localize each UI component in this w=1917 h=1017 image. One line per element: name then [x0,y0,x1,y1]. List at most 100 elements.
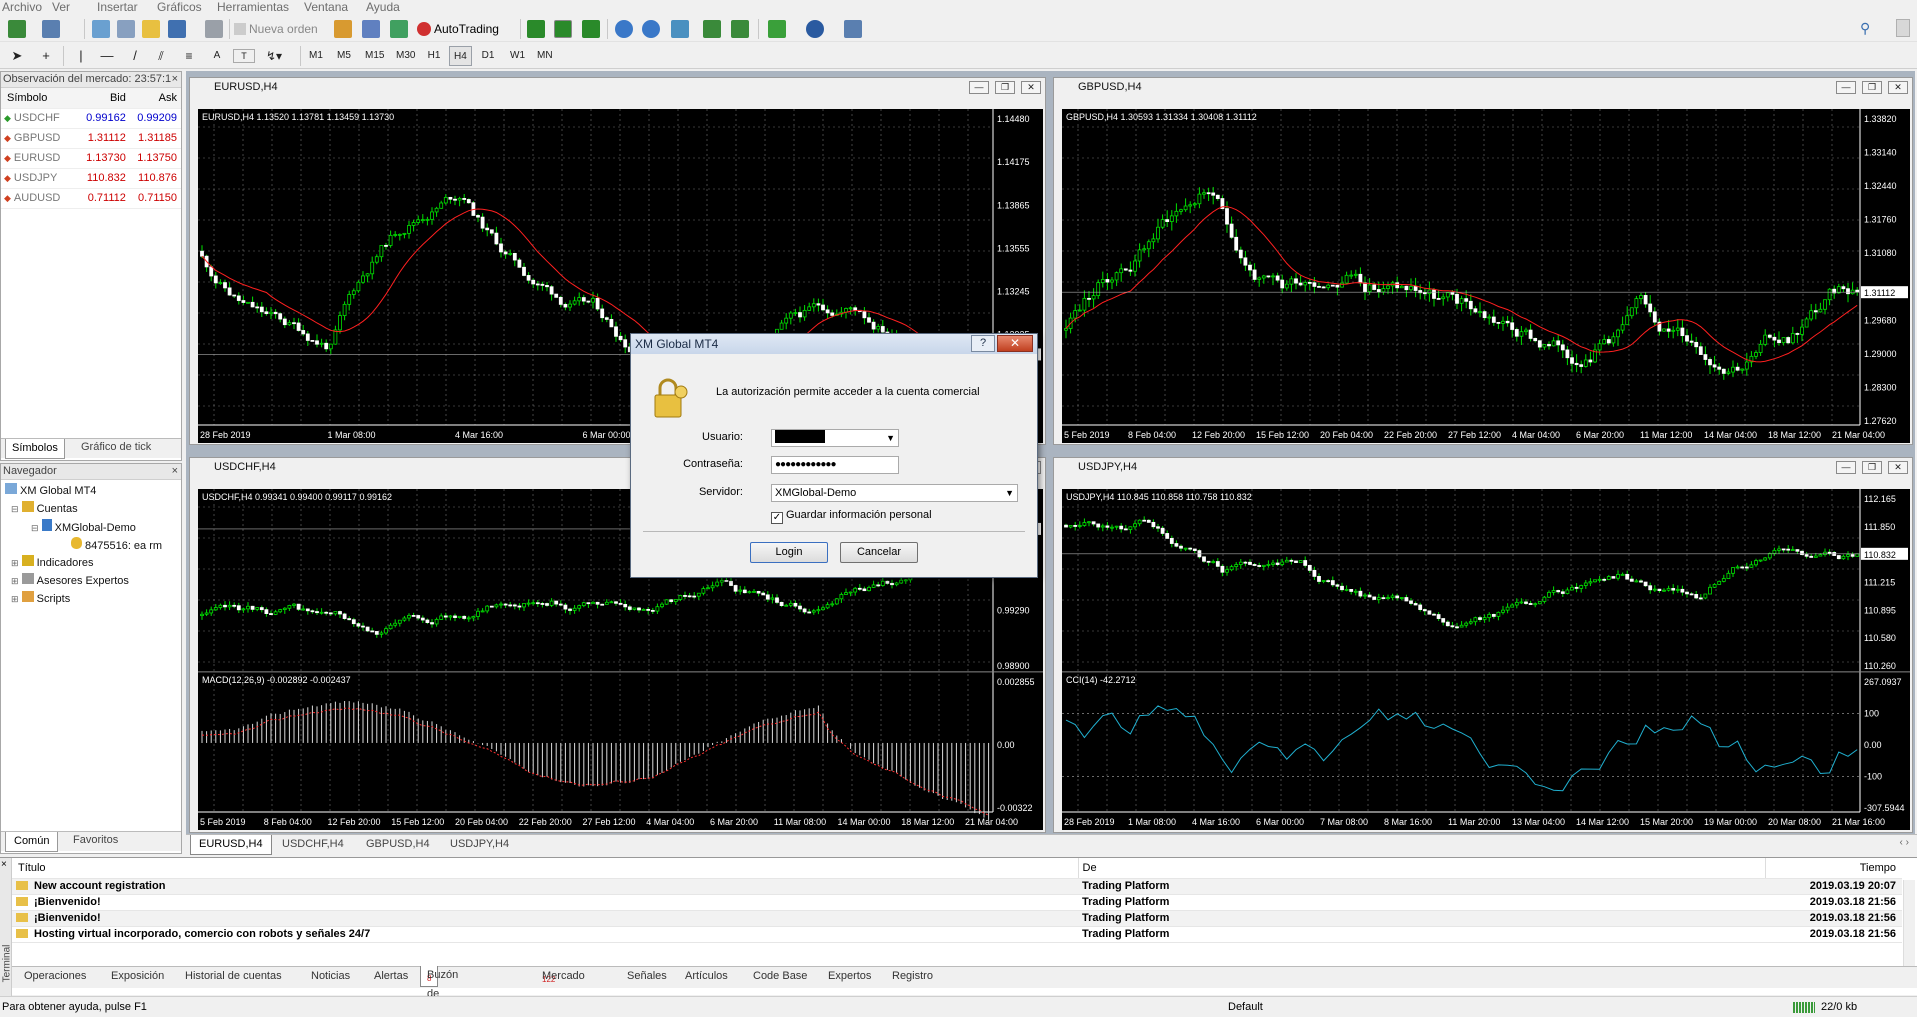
minimize-icon[interactable]: — [1836,461,1856,474]
tab-senales[interactable]: Señales [627,967,667,986]
help-icon[interactable]: ? [971,335,995,352]
col-header-ask[interactable]: Ask [125,88,181,109]
signals-icon[interactable] [390,20,408,38]
tab-tick-chart[interactable]: Gráfico de tick [81,441,151,453]
menu-archivo[interactable]: Archivo [2,0,42,14]
minimize-icon[interactable]: — [969,81,989,94]
candlestick-icon[interactable] [554,20,572,38]
autotrading-button[interactable]: AutoTrading [417,19,499,39]
tab-codebase[interactable]: Code Base [753,967,807,986]
market-row-gbpusd[interactable]: ◆ GBPUSD 1.31112 1.31185 [1,128,181,149]
tab-symbols[interactable]: Símbolos [5,439,65,459]
col-header-from[interactable]: De [1078,858,1766,879]
scroll-tabs-icon[interactable]: ‹ › [1900,837,1909,848]
mail-row[interactable]: ¡Bienvenido! Trading Platform 2019.03.18… [12,894,1902,911]
tab-usdjpy[interactable]: USDJPY,H4 [450,838,509,850]
tab-exposicion[interactable]: Exposición [111,967,164,986]
price-chart[interactable]: 110.832 112.165 111.850 111.215 110.895 110.5… [1062,489,1910,830]
tab-historial[interactable]: Historial de cuentas [185,967,282,986]
periods-icon[interactable] [806,20,824,38]
tab-mailbox[interactable]: Buzón de correo8 [420,966,458,1017]
tab-articulos[interactable]: Artículos [685,967,728,986]
timeframe-m1[interactable]: M1 [305,46,327,66]
community-icon[interactable] [362,20,380,38]
cursor-icon[interactable]: ➤ [6,46,28,66]
menu-insertar[interactable]: Insertar [97,0,138,14]
timeframe-m30[interactable]: M30 [392,46,419,66]
crosshair-icon[interactable]: + [35,46,57,66]
trendline-icon[interactable]: / [124,46,146,66]
autoscroll-icon[interactable] [703,20,721,38]
close-icon[interactable]: ✕ [1888,81,1908,94]
timeframe-d1[interactable]: D1 [477,46,499,66]
market-row-audusd[interactable]: ◆ AUDUSD 0.71112 0.71150 [1,188,181,209]
navigator-icon[interactable] [142,20,160,38]
market-row-usdchf[interactable]: ◆ USDCHF 0.99162 0.99209 [1,108,181,129]
zoom-out-icon[interactable] [642,20,660,38]
close-icon[interactable]: ✕ [1021,81,1041,94]
col-header-time[interactable]: Tiempo [1765,858,1902,879]
tab-favorites[interactable]: Favoritos [73,834,118,846]
col-header-bid[interactable]: Bid [75,88,126,109]
indicators-icon[interactable] [768,20,786,38]
market-watch-icon[interactable] [92,20,110,38]
restore-icon[interactable]: ❐ [1862,81,1882,94]
menu-herramientas[interactable]: Herramientas [217,0,289,14]
restore-icon[interactable]: ❐ [1862,461,1882,474]
tab-mercado[interactable]: Mercado 122 [542,967,585,986]
menu-graficos[interactable]: Gráficos [157,0,202,14]
timeframe-m15[interactable]: M15 [361,46,388,66]
mail-row[interactable]: ¡Bienvenido! Trading Platform 2019.03.18… [12,910,1902,927]
tab-registro[interactable]: Registro [892,967,933,986]
close-icon[interactable]: × [172,464,178,479]
nav-account[interactable]: 8475516: ea rm [71,537,162,552]
profiles-icon[interactable] [42,20,60,38]
login-button[interactable]: Login [750,542,828,563]
menu-ver[interactable]: Ver [52,0,70,14]
tab-usdchf[interactable]: USDCHF,H4 [282,838,344,850]
tab-expertos[interactable]: Expertos [828,967,871,986]
tab-noticias[interactable]: Noticias [311,967,350,986]
search-icon[interactable]: ⚲ [1860,20,1870,37]
tab-gbpusd[interactable]: GBPUSD,H4 [366,838,430,850]
close-icon[interactable]: ✕ [1888,461,1908,474]
timeframe-h1[interactable]: H1 [423,46,445,66]
cancel-button[interactable]: Cancelar [840,542,918,563]
market-row-usdjpy[interactable]: ◆ USDJPY 110.832 110.876 [1,168,181,189]
text-icon[interactable]: A [206,46,228,66]
line-chart-icon[interactable] [582,20,600,38]
menu-ayuda[interactable]: Ayuda [366,0,400,14]
col-header-symbol[interactable]: Símbolo [1,88,76,109]
vertical-line-icon[interactable]: | [70,46,92,66]
templates-icon[interactable] [844,20,862,38]
bar-chart-icon[interactable] [527,20,545,38]
server-select[interactable]: XMGlobal-Demo ▼ [771,484,1018,502]
chat-icon[interactable] [1896,19,1910,37]
close-icon[interactable]: × [172,72,178,87]
new-order-button[interactable]: Nueva orden [234,20,318,38]
market-row-eurusd[interactable]: ◆ EURUSD 1.13730 1.13750 [1,148,181,169]
close-icon[interactable]: × [1,859,7,870]
tester-icon[interactable] [205,20,223,38]
chart-shift-icon[interactable] [731,20,749,38]
save-info-checkbox[interactable]: ✓ Guardar información personal [771,509,932,524]
chevron-down-icon[interactable]: ▼ [1005,485,1014,501]
tab-operaciones[interactable]: Operaciones [24,967,86,986]
metaeditor-icon[interactable] [334,20,352,38]
nav-experts[interactable]: ⊞ Asesores Expertos [11,573,129,587]
terminal-icon[interactable] [168,20,186,38]
new-chart-icon[interactable] [8,20,26,38]
mail-row[interactable]: New account registration Trading Platfor… [12,878,1902,895]
price-chart[interactable]: 1.31112 1.33820 1.33140 1.32440 1.31760 1.310… [1062,109,1910,443]
timeframe-m5[interactable]: M5 [333,46,355,66]
timeframe-w1[interactable]: W1 [506,46,529,66]
user-field[interactable]: ▼ [771,429,899,447]
fibonacci-icon[interactable]: ≡ [178,46,200,66]
minimize-icon[interactable]: — [1836,81,1856,94]
chevron-down-icon[interactable]: ▼ [886,430,895,446]
arrows-icon[interactable]: ↯▾ [262,46,286,66]
menu-ventana[interactable]: Ventana [304,0,348,14]
password-field[interactable]: ●●●●●●●●●●●● [771,456,899,474]
restore-icon[interactable]: ❐ [995,81,1015,94]
timeframe-h4[interactable]: H4 [449,46,472,66]
